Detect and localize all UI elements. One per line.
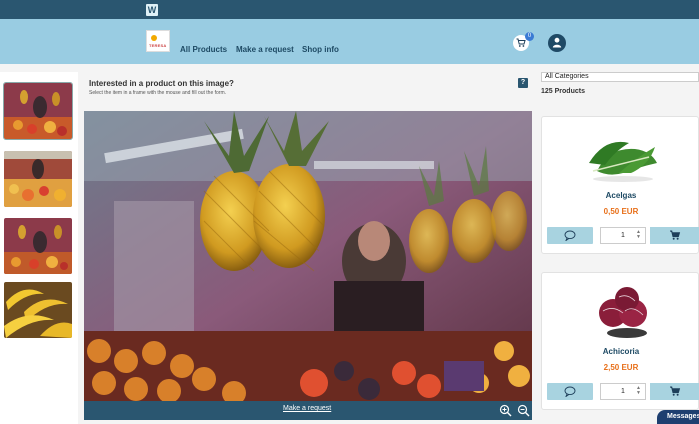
- user-icon: [552, 37, 562, 48]
- product-catalog: All Categories 125 Products Acelgas 0,50…: [541, 72, 699, 424]
- nav-make-request[interactable]: Make a request: [236, 45, 294, 54]
- product-name[interactable]: Acelgas: [542, 191, 699, 200]
- shop-logo[interactable]: TERESA: [146, 30, 170, 52]
- stepper-arrows-icon[interactable]: ▲ ▼: [636, 230, 641, 240]
- zoom-out-icon[interactable]: [517, 404, 530, 417]
- bananas-image: [4, 282, 72, 338]
- market-scene-image: [4, 218, 72, 274]
- sun-icon: [151, 35, 157, 41]
- market-scene-image: [4, 151, 72, 207]
- cart-icon: [516, 38, 526, 47]
- product-card: Acelgas 0,50 EUR 1 ▲ ▼: [541, 116, 699, 254]
- market-photo: [84, 111, 532, 401]
- stepper-arrows-icon[interactable]: ▲ ▼: [636, 386, 641, 396]
- messages-chat-button[interactable]: Messages: [657, 410, 699, 424]
- product-message-button[interactable]: [547, 383, 593, 400]
- top-bar: W: [0, 0, 699, 19]
- viewer-header: Interested in a product on this image? S…: [84, 72, 532, 100]
- product-card: Achicoria 2,50 EUR 1 ▲ ▼: [541, 272, 699, 410]
- nav-shop-info[interactable]: Shop info: [302, 45, 339, 54]
- cart-icon: [670, 386, 681, 396]
- thumbnail-2[interactable]: [4, 151, 72, 207]
- quantity-value: 1: [621, 232, 625, 239]
- thumbnail-list: [0, 72, 78, 424]
- cart-count-badge: 0: [525, 32, 534, 41]
- main-nav: TERESA All Products Make a request Shop …: [0, 19, 699, 64]
- thumbnail-3[interactable]: [4, 218, 72, 274]
- category-select[interactable]: All Categories: [541, 72, 699, 82]
- site-logo[interactable]: W: [146, 4, 158, 16]
- quantity-value: 1: [621, 388, 625, 395]
- thumbnail-1[interactable]: [3, 82, 73, 140]
- product-count: 125 Products: [541, 88, 585, 95]
- help-button[interactable]: ?: [518, 78, 528, 88]
- zoom-in-icon[interactable]: [499, 404, 512, 417]
- achicoria-image[interactable]: [579, 283, 668, 341]
- cart-icon: [670, 230, 681, 240]
- make-request-link[interactable]: Make a request: [283, 405, 331, 412]
- viewer-footer: Make a request: [84, 401, 532, 420]
- thumbnail-4[interactable]: [4, 282, 72, 338]
- product-selection-image[interactable]: [84, 111, 532, 401]
- product-name[interactable]: Achicoria: [542, 347, 699, 356]
- add-to-cart-button[interactable]: [650, 383, 699, 400]
- quantity-stepper[interactable]: 1 ▲ ▼: [600, 227, 646, 244]
- user-account-button[interactable]: [548, 34, 566, 52]
- nav-all-products[interactable]: All Products: [180, 45, 227, 54]
- viewer-subtitle: Select the item in a frame with the mous…: [89, 90, 227, 96]
- product-price: 2,50 EUR: [603, 363, 639, 372]
- add-to-cart-button[interactable]: [650, 227, 699, 244]
- product-price: 0,50 EUR: [603, 207, 639, 216]
- quantity-stepper[interactable]: 1 ▲ ▼: [600, 383, 646, 400]
- market-scene-image: [4, 83, 72, 139]
- chat-bubble-icon: [564, 230, 576, 241]
- acelgas-image[interactable]: [579, 127, 668, 185]
- viewer-title: Interested in a product on this image?: [89, 79, 234, 88]
- chat-bubble-icon: [564, 386, 576, 397]
- shop-logo-text: TERESA: [149, 43, 167, 48]
- product-message-button[interactable]: [547, 227, 593, 244]
